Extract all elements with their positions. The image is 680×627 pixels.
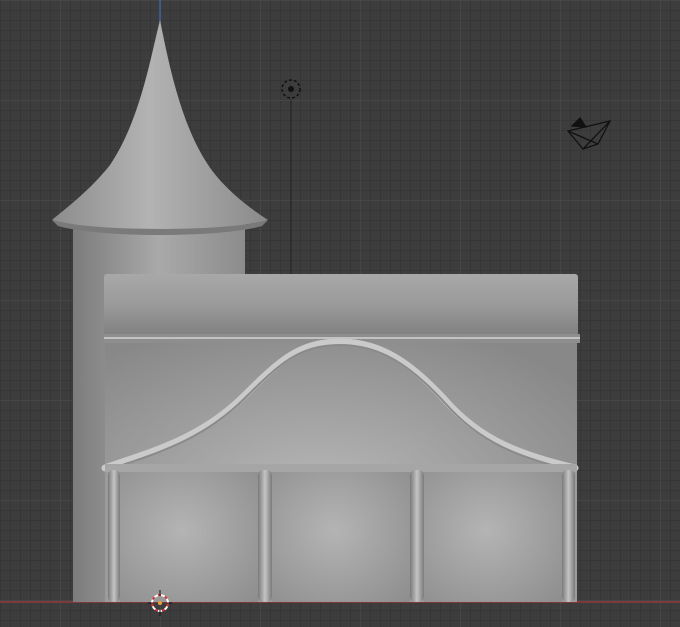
panel-3[interactable] xyxy=(424,472,562,602)
3d-viewport[interactable] xyxy=(0,0,680,627)
pillar-2[interactable] xyxy=(258,470,272,602)
lower-panels[interactable] xyxy=(120,472,562,602)
panel-2[interactable] xyxy=(272,472,410,602)
pillar-4[interactable] xyxy=(562,470,575,602)
light-icon[interactable] xyxy=(281,79,301,274)
panel-1[interactable] xyxy=(120,472,258,602)
scene-canvas[interactable] xyxy=(0,0,680,627)
tower-cone[interactable] xyxy=(52,20,268,235)
pillar-3[interactable] xyxy=(410,470,424,602)
pillar-1[interactable] xyxy=(108,470,120,602)
camera-icon[interactable] xyxy=(566,116,612,150)
cornice[interactable] xyxy=(104,274,580,343)
